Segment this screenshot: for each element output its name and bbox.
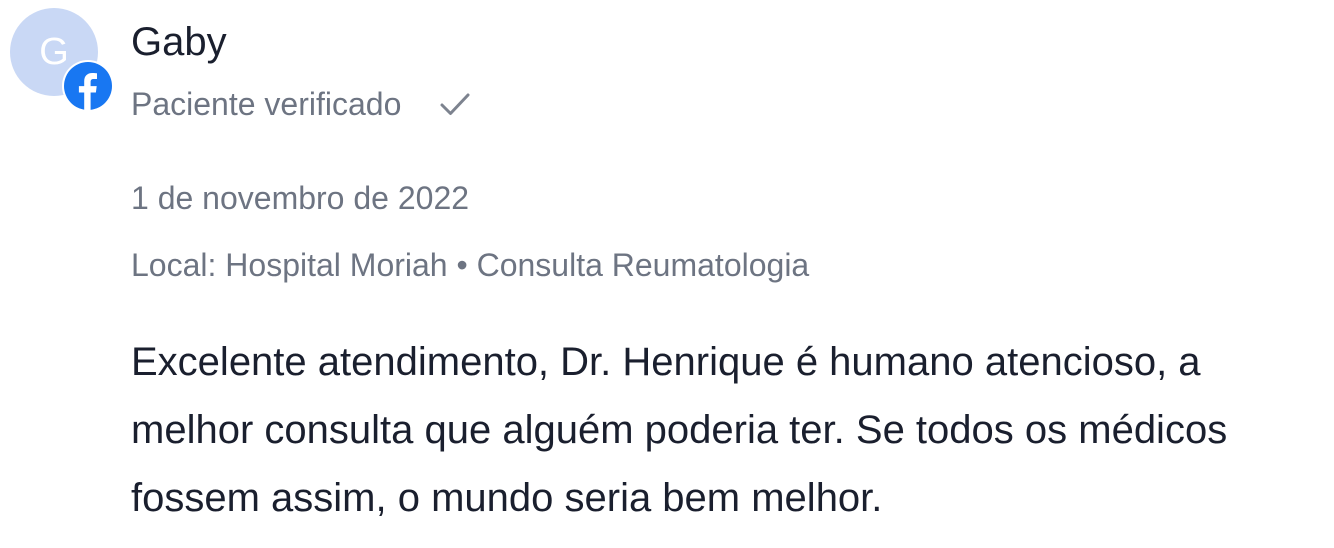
- review-card: G Gaby Paciente verificado 1 de novembro…: [0, 0, 1334, 548]
- facebook-icon: [62, 60, 114, 112]
- review-location: Local: Hospital Moriah • Consulta Reumat…: [131, 247, 810, 283]
- review-text: Excelente atendimento, Dr. Henrique é hu…: [131, 340, 1228, 520]
- check-icon: [440, 93, 470, 115]
- facebook-icon-graphic: [64, 62, 112, 110]
- avatar-wrapper: G: [10, 8, 114, 112]
- author-name: Gaby: [131, 20, 227, 64]
- review-date: 1 de novembro de 2022: [131, 180, 470, 216]
- verified-status: Paciente verificado: [131, 84, 473, 124]
- verified-label: Paciente verificado: [131, 86, 402, 122]
